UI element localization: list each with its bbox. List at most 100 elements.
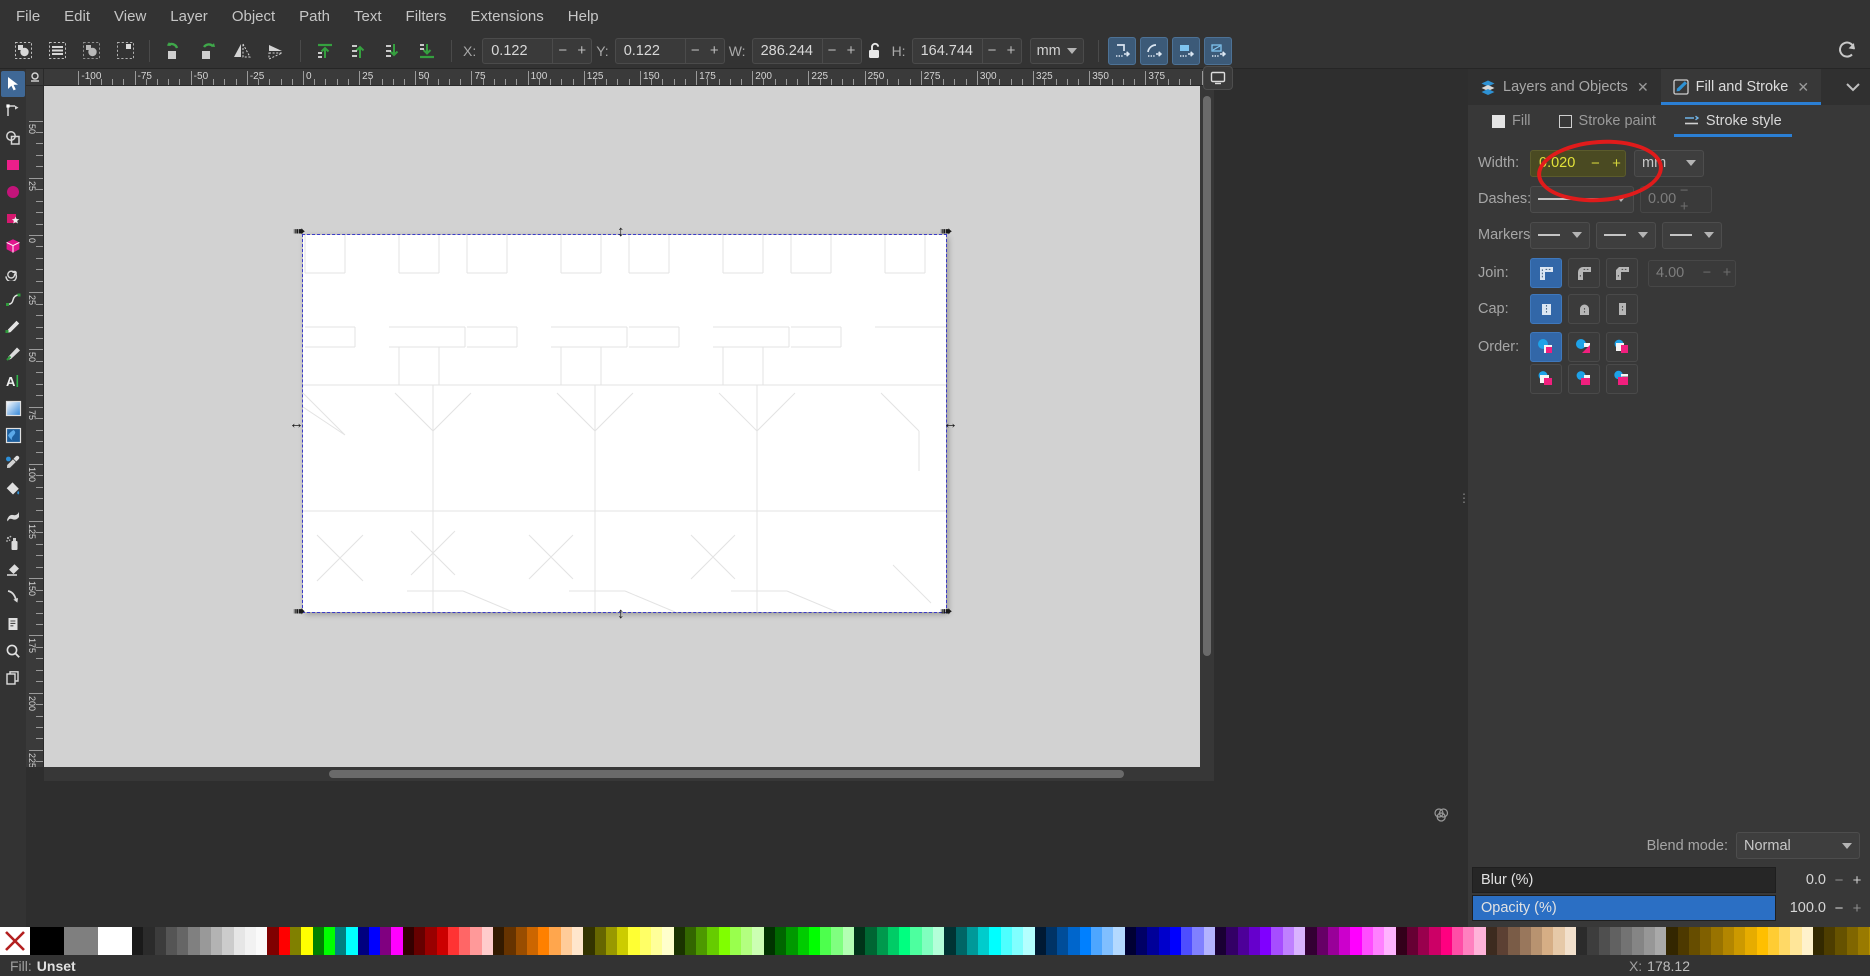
stroke-width-field[interactable]: 0.020 − + [1530, 149, 1626, 177]
x-field[interactable]: 0.122 − + [482, 37, 593, 64]
palette-swatch[interactable] [233, 927, 245, 955]
palette-swatch[interactable] [662, 927, 674, 955]
palette-swatch[interactable] [493, 927, 505, 955]
select-same-icon[interactable] [108, 36, 142, 66]
stroke-width-unit-dropdown[interactable]: mm [1634, 149, 1704, 177]
menu-path[interactable]: Path [287, 3, 342, 31]
palette-swatch[interactable] [752, 927, 764, 955]
palette-swatch[interactable] [177, 927, 189, 955]
connector-tool[interactable] [1, 584, 25, 610]
menu-view[interactable]: View [102, 3, 158, 31]
palette-swatch[interactable] [1519, 927, 1531, 955]
palette-swatch[interactable] [210, 927, 223, 955]
palette-swatch[interactable] [1418, 927, 1430, 955]
palette-swatch[interactable] [244, 927, 257, 955]
lock-open-icon[interactable] [862, 36, 888, 66]
palette-swatch[interactable] [1553, 927, 1565, 955]
w-field[interactable]: 286.244 − + [751, 37, 862, 64]
mesh-tool[interactable] [1, 422, 25, 448]
h-field[interactable]: 164.744 − + [911, 37, 1022, 64]
palette-swatch[interactable] [955, 927, 967, 955]
palette-swatch[interactable] [1102, 927, 1114, 955]
palette-swatch[interactable] [1260, 927, 1272, 955]
h-minus[interactable]: − [983, 39, 1002, 63]
palette-swatch[interactable] [1124, 927, 1137, 955]
palette-swatch[interactable] [165, 927, 178, 955]
x-stepper[interactable]: − + [552, 38, 591, 63]
menu-object[interactable]: Object [220, 3, 287, 31]
palette-swatch[interactable] [1361, 927, 1373, 955]
palette-swatch[interactable] [650, 927, 663, 955]
w-minus[interactable]: − [823, 39, 842, 63]
palette-swatch[interactable] [1440, 927, 1452, 955]
opacity-value[interactable]: 100.0 [1776, 895, 1830, 921]
palette-swatch[interactable] [1643, 927, 1655, 955]
palette-swatch[interactable] [707, 927, 719, 955]
palette-swatch[interactable] [741, 927, 753, 955]
palette-swatch[interactable] [921, 927, 933, 955]
canvas-horizontal-scrollbar[interactable] [44, 767, 1200, 781]
palette-swatch[interactable] [1090, 927, 1103, 955]
palette-swatch[interactable] [944, 927, 956, 955]
palette-swatch[interactable] [1293, 927, 1306, 955]
palette-swatch[interactable] [1451, 927, 1464, 955]
tweak-tool[interactable] [1, 503, 25, 529]
palette-swatch[interactable] [1767, 927, 1780, 955]
palette-swatch[interactable] [989, 927, 1001, 955]
palette-swatch[interactable] [447, 927, 460, 955]
palette-swatch[interactable] [1688, 927, 1701, 955]
palette-swatch[interactable] [1384, 927, 1396, 955]
h-value[interactable]: 164.744 [913, 39, 982, 63]
palette-swatch[interactable] [1057, 927, 1069, 955]
palette-swatch[interactable] [594, 927, 606, 955]
blur-minus[interactable]: − [1830, 872, 1848, 889]
menu-help[interactable]: Help [556, 3, 611, 31]
canvas-display-mode-button[interactable] [1203, 66, 1233, 90]
snap-alignment-icon[interactable] [1171, 36, 1200, 65]
color-management-icon[interactable] [1434, 808, 1450, 822]
palette-swatch[interactable] [154, 927, 166, 955]
palette-swatch[interactable] [1497, 927, 1509, 955]
palette-swatch[interactable] [1801, 927, 1813, 955]
palette-swatch[interactable] [718, 927, 730, 955]
w-stepper[interactable]: − + [821, 38, 861, 63]
dash-pattern-dropdown[interactable] [1530, 185, 1634, 213]
boolean-tool[interactable] [1, 125, 25, 151]
palette-swatch[interactable] [143, 927, 155, 955]
stroke-width-minus[interactable]: − [1587, 155, 1604, 172]
node-tool[interactable] [1, 98, 25, 124]
dock-menu-button[interactable] [1836, 69, 1870, 105]
3dbox-tool[interactable] [1, 233, 25, 259]
palette-swatch[interactable] [1711, 927, 1723, 955]
x-minus[interactable]: − [553, 39, 572, 63]
palette-swatch[interactable] [98, 927, 132, 955]
palette-swatch[interactable] [323, 927, 336, 955]
join-miter-button[interactable] [1530, 258, 1562, 288]
palette-swatch[interactable] [1429, 927, 1441, 955]
palette-swatch[interactable] [222, 927, 234, 955]
palette-swatch[interactable] [876, 927, 888, 955]
palette-swatch[interactable] [30, 927, 64, 955]
palette-swatch[interactable] [673, 927, 685, 955]
rectangle-tool[interactable] [1, 152, 25, 178]
palette-swatch[interactable] [1271, 927, 1283, 955]
palette-swatch[interactable] [267, 927, 279, 955]
palette-swatch[interactable] [560, 927, 572, 955]
opacity-minus[interactable]: − [1830, 900, 1848, 917]
w-plus[interactable]: + [842, 39, 861, 63]
palette-swatch[interactable] [910, 927, 922, 955]
rotate-ccw-icon[interactable] [157, 36, 191, 66]
palette-swatch[interactable] [1316, 927, 1328, 955]
menu-file[interactable]: File [4, 3, 52, 31]
gradient-tool[interactable] [1, 395, 25, 421]
raise-icon[interactable] [342, 36, 376, 66]
stroke-width-stepper[interactable]: − + [1587, 155, 1625, 172]
h-stepper[interactable]: − + [981, 38, 1021, 63]
vertical-scroll-thumb[interactable] [1203, 96, 1211, 656]
palette-swatch[interactable] [1226, 927, 1238, 955]
palette-swatch[interactable] [1113, 927, 1125, 955]
menu-filters[interactable]: Filters [394, 3, 459, 31]
spray-tool[interactable] [1, 530, 25, 556]
palette-swatch[interactable] [1158, 927, 1170, 955]
menu-edit[interactable]: Edit [52, 3, 102, 31]
